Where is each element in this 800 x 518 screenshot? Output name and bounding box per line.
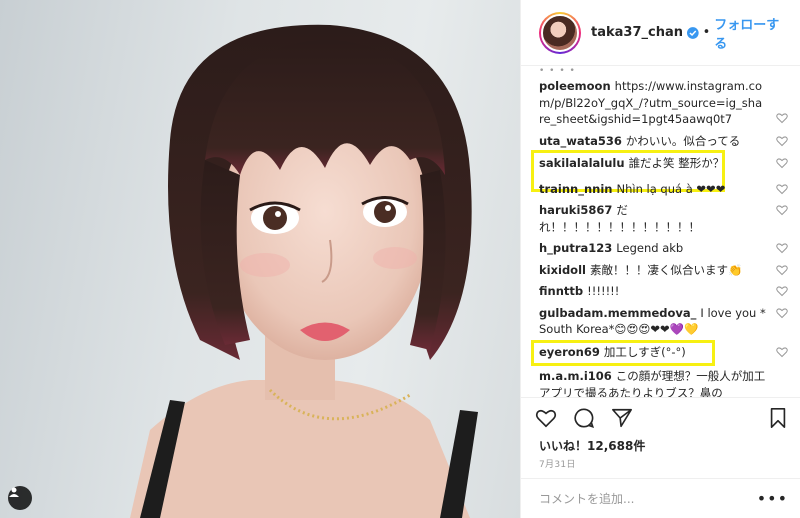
comment-input[interactable]: コメントを追加... xyxy=(539,490,757,507)
comment-username[interactable]: haruki5867 xyxy=(539,203,612,217)
comment-text: かわいい。似合ってる xyxy=(625,133,741,148)
post-date: 7月31日 xyxy=(539,460,576,470)
post-username[interactable]: taka37_chan xyxy=(591,25,683,40)
post-photo[interactable] xyxy=(0,0,520,518)
comment-username[interactable]: uta_wata536 xyxy=(539,134,622,148)
heart-icon[interactable] xyxy=(776,183,788,195)
comment-item: uta_wata536 かわいい。似合ってる xyxy=(539,133,788,150)
comment-item: trainn_nnin Nhìn lạ quá à ❤❤❤ xyxy=(539,181,788,198)
comment-list[interactable]: • • • • poleemoon https://www.instagram.c… xyxy=(521,66,800,397)
portrait-illustration xyxy=(130,24,478,518)
comment-item: haruki5867 だれ！！！！！！！！！！！！！ xyxy=(539,202,788,235)
likes-label: いいね！ xyxy=(539,439,588,453)
heart-icon[interactable] xyxy=(776,112,788,124)
comment-item: m.a.m.i106 この顔が理想？一般人が加工アプリで撮るあたりよりブス？鼻の xyxy=(539,368,788,397)
heart-icon[interactable] xyxy=(776,242,788,254)
heart-icon[interactable] xyxy=(776,204,788,216)
heart-icon[interactable] xyxy=(776,135,788,147)
bookmark-icon[interactable] xyxy=(768,407,788,429)
comment-text: Nhìn lạ quá à ❤❤❤ xyxy=(616,181,726,196)
comment-item: sakilalalalulu 誰だよ笑 整形か？ xyxy=(531,150,788,192)
comment-item: poleemoon https://www.instagram.com/p/Bl2… xyxy=(539,78,788,128)
comment-item: eyeron69 加工しすぎ(°-°) xyxy=(531,339,788,366)
comment-username[interactable]: eyeron69 xyxy=(539,345,600,359)
comment-username[interactable]: gulbadam.memmedova_ xyxy=(539,306,696,320)
load-more-comments-icon[interactable]: • • • • xyxy=(539,66,788,78)
comment-text: 素敵！！！凄く似合います👏 xyxy=(589,262,743,277)
comment-text: !!!!!!! xyxy=(587,284,620,298)
comment-username[interactable]: h_putra123 xyxy=(539,241,612,255)
comment-item: h_putra123 Legend akb xyxy=(539,240,788,257)
comment-text: 誰だよ笑 整形か？ xyxy=(628,156,725,170)
comment-item: kixidoll 素敵！！！凄く似合います👏 xyxy=(539,262,788,279)
comment-username[interactable]: m.a.m.i106 xyxy=(539,369,612,383)
comment-item: finnttb!!!!!!! xyxy=(539,283,788,300)
add-comment-bar: コメントを追加... ••• xyxy=(521,478,800,518)
comment-text: 加工しすぎ(°-°) xyxy=(603,344,686,359)
instagram-post: taka37_chan • フォローする • • • • poleemoon ht… xyxy=(0,0,800,518)
post-header: taka37_chan • フォローする xyxy=(521,0,800,66)
like-count[interactable]: いいね！12,688件 xyxy=(521,437,800,455)
heart-icon[interactable] xyxy=(776,264,788,276)
follow-button[interactable]: フォローする xyxy=(714,14,790,52)
comment-username[interactable]: kixidoll xyxy=(539,263,586,277)
avatar[interactable] xyxy=(539,11,581,54)
heart-icon[interactable] xyxy=(776,157,788,169)
user-tag-icon[interactable] xyxy=(8,486,32,510)
heart-icon[interactable] xyxy=(776,346,788,358)
more-options-icon[interactable]: ••• xyxy=(757,489,788,508)
separator-dot: • xyxy=(702,25,711,40)
action-bar xyxy=(521,397,800,437)
comment-item: gulbadam.memmedova_ I love you *South Kor… xyxy=(539,305,788,338)
comment-icon[interactable] xyxy=(573,407,595,429)
comment-text: Legend akb xyxy=(616,241,684,255)
comment-username[interactable]: poleemoon xyxy=(539,79,611,93)
comment-username[interactable]: sakilalalalulu xyxy=(539,156,625,170)
verified-badge-icon xyxy=(686,26,699,39)
post-side-panel: taka37_chan • フォローする • • • • poleemoon ht… xyxy=(520,0,800,518)
likes-count: 12,688件 xyxy=(587,439,646,453)
comment-username[interactable]: finnttb xyxy=(539,284,583,298)
heart-icon[interactable] xyxy=(776,285,788,297)
share-icon[interactable] xyxy=(611,407,633,429)
heart-icon[interactable] xyxy=(776,307,788,319)
like-heart-icon[interactable] xyxy=(535,407,557,429)
comment-username[interactable]: trainn_nnin xyxy=(539,182,613,196)
